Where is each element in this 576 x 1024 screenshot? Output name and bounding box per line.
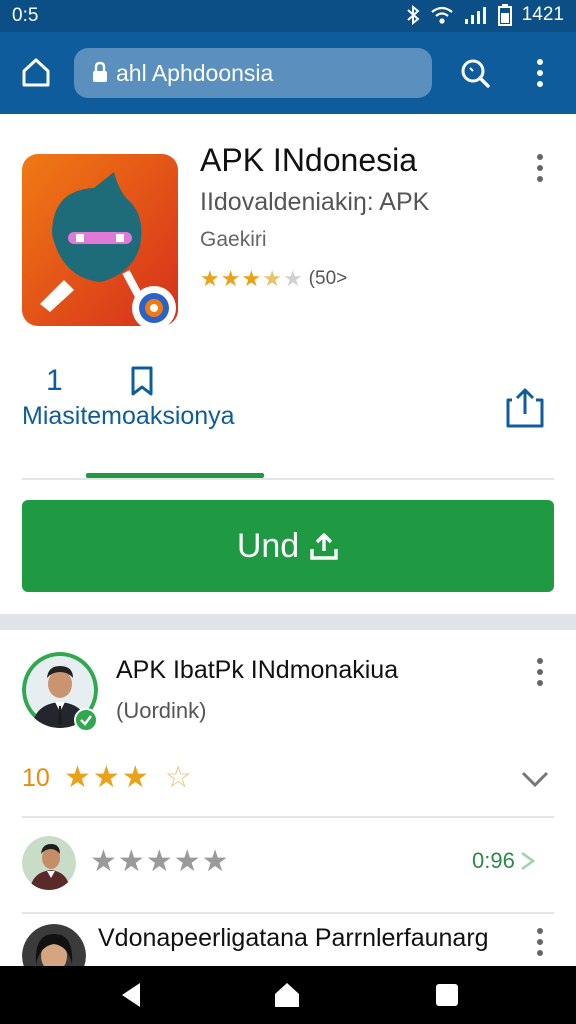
system-nav-bar xyxy=(0,966,576,1024)
app-title: APK INdonesia xyxy=(200,142,418,178)
divider xyxy=(22,478,554,480)
battery-icon xyxy=(497,4,512,26)
chevron-down-icon[interactable] xyxy=(520,770,550,788)
signal-icon xyxy=(464,7,486,24)
app-category: Gaekiri xyxy=(200,228,267,251)
star-icon: ★ xyxy=(121,761,149,794)
reviewer-subtitle: (Uordink) xyxy=(116,698,207,723)
helpful-count: 0:96 xyxy=(472,848,515,873)
star-icon: ★ xyxy=(145,845,173,878)
recents-icon[interactable] xyxy=(432,980,462,1010)
review-item[interactable]: Vdonapeerligatana Parrnlerfaunarg xyxy=(0,914,576,966)
rating-stars: ★ ★ ★ ★ ★ xyxy=(200,268,303,290)
bluetooth-icon xyxy=(407,5,420,25)
status-icons: 1421 xyxy=(406,4,564,26)
star-icon: ★ xyxy=(173,845,201,878)
star-outline-icon: ☆ xyxy=(164,761,192,794)
share-icon[interactable] xyxy=(504,386,546,430)
status-time: 0:5 xyxy=(12,5,39,26)
star-icon: ★ xyxy=(117,845,145,878)
star-outline-icon: ★ xyxy=(282,266,303,291)
review-more-icon[interactable] xyxy=(530,656,550,688)
star-icon: ★ xyxy=(90,845,117,878)
install-label: Und xyxy=(236,526,300,565)
review-score: 10 xyxy=(22,764,50,792)
star-icon: ★ xyxy=(64,761,91,794)
lock-icon xyxy=(93,61,107,82)
url-text: ahl Aphdoonsia xyxy=(116,60,274,86)
wifi-icon xyxy=(431,6,453,24)
upload-icon xyxy=(310,533,338,560)
reviewer-name: Vdonapeerligatana Parrnlerfaunarg xyxy=(98,924,489,952)
review-more-icon[interactable] xyxy=(530,926,550,958)
star-icon: ★ xyxy=(220,266,241,291)
url-bar[interactable]: ahl Aphdoonsia xyxy=(74,48,432,98)
reviewer-name: APK IbatPk INdmonakiua xyxy=(116,656,399,684)
app-more-icon[interactable] xyxy=(530,152,550,184)
search-icon[interactable] xyxy=(458,56,492,90)
star-icon: ★ xyxy=(200,266,220,291)
bookmark-icon[interactable] xyxy=(130,366,154,396)
star-icon: ★ xyxy=(241,266,262,291)
overflow-menu-icon[interactable] xyxy=(530,56,550,90)
avatar xyxy=(22,836,76,890)
star-icon: ★ xyxy=(201,845,229,878)
install-button[interactable]: Und xyxy=(22,500,554,592)
home-nav-icon[interactable] xyxy=(272,980,302,1010)
rating-count: (50> xyxy=(308,268,348,289)
developer-name[interactable]: IIdovaldeniakiŋ: APK xyxy=(200,188,429,217)
home-icon[interactable] xyxy=(18,54,54,90)
review-item[interactable]: APK IbatPk INdmonakiua (Uordink) 10 ★ ★ … xyxy=(0,630,576,818)
section-separator xyxy=(0,614,576,630)
status-bar: 0:5 1421 xyxy=(0,0,576,32)
app-rating: ★ ★ ★ ★ ★ (50> xyxy=(200,268,347,290)
chevron-right-icon xyxy=(521,851,536,871)
star-icon: ★ xyxy=(92,761,120,794)
tab-indicator xyxy=(86,473,264,478)
review-stars: ★ ★ ★ ☆ xyxy=(64,760,192,795)
review-item[interactable]: ★ ★ ★ ★ ★ 0:96 xyxy=(0,818,576,914)
browser-toolbar: ahl Aphdoonsia xyxy=(0,32,576,114)
app-card: APK INdonesia IIdovaldeniakiŋ: APK Gaeki… xyxy=(0,114,576,614)
back-icon[interactable] xyxy=(116,980,146,1010)
status-clock: 1421 xyxy=(521,4,564,25)
review-stars: ★ ★ ★ ★ ★ xyxy=(90,844,229,879)
avatar xyxy=(22,924,86,966)
stat-number: 1 xyxy=(46,364,63,397)
stat-label: Miasitemoaksionya xyxy=(22,402,235,430)
star-half-icon: ★ xyxy=(262,266,282,291)
helpful-indicator[interactable]: 0:96 xyxy=(472,848,537,874)
verified-badge-icon xyxy=(74,708,98,732)
app-icon xyxy=(22,154,178,326)
